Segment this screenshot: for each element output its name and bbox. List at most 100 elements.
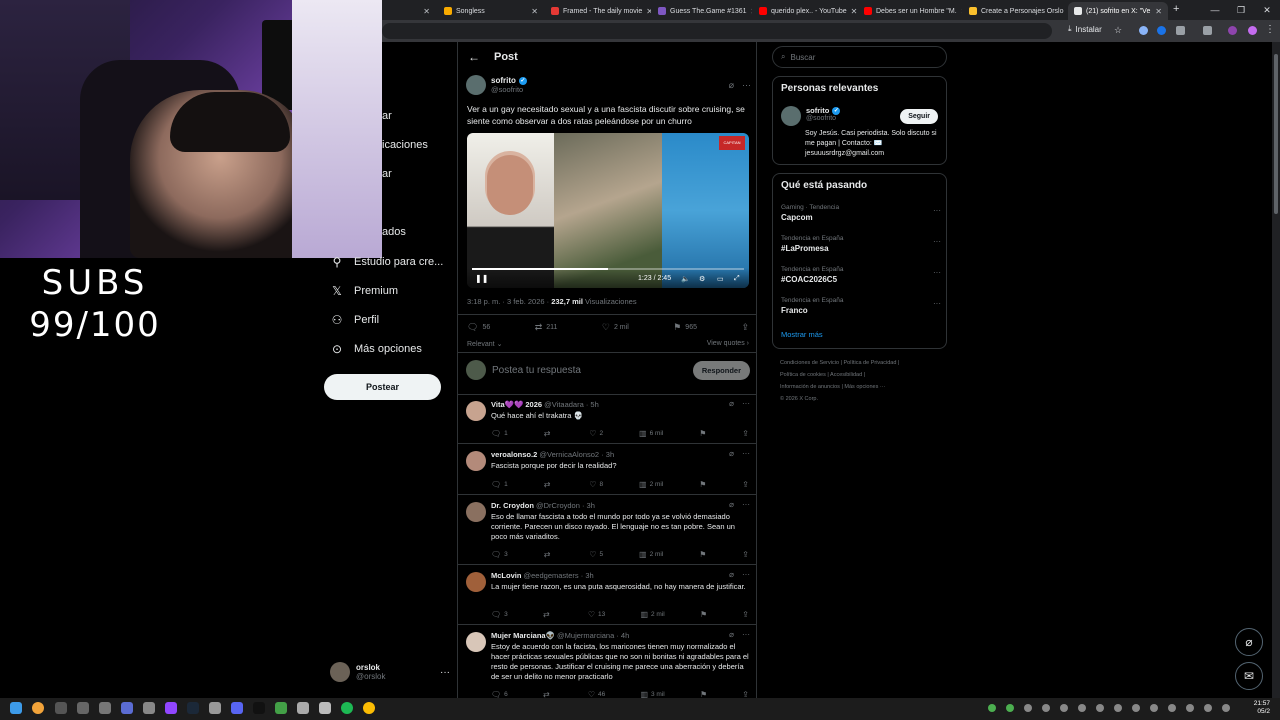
relevant-person[interactable]: sofrito ✓ @soofrito (781, 106, 841, 126)
bookmark-button[interactable]: ⚑ (700, 610, 707, 619)
pip-icon[interactable]: ▭ (717, 275, 724, 283)
browser-tab-active[interactable]: (21) sofrito en X: "Ve ✕ (1068, 2, 1168, 20)
repost-button[interactable]: ⇄ (544, 429, 554, 438)
taskbar-app-icon[interactable] (209, 702, 221, 714)
nav-item-studio[interactable]: ⚲ Estudio para cre... (330, 255, 444, 269)
tray-icon[interactable] (1078, 704, 1086, 712)
reply-button[interactable]: 🗨 1 (491, 429, 508, 438)
grok-floating-button[interactable]: ⌀ (1235, 628, 1263, 656)
footer-line[interactable]: Condiciones de Servicio | Política de Pr… (780, 357, 945, 369)
footer-line[interactable]: Política de cookies | Accesibilidad | (780, 369, 945, 381)
reply-item[interactable]: Mujer Marciana👽 @Mujermarciana · 4h ⌀ ···… (458, 626, 756, 698)
video-progress-bar[interactable] (472, 268, 744, 270)
avatar[interactable] (466, 632, 486, 652)
views-button[interactable]: ▥ 2 mil (640, 610, 664, 619)
like-button[interactable]: ♡ 46 (588, 690, 605, 698)
reply-item[interactable]: veroalonso.2 @VernicaAlonso2 · 3h ⌀ ··· F… (458, 445, 756, 495)
fullscreen-icon[interactable]: ⤢ (734, 275, 740, 283)
reply-handle[interactable]: @VernicaAlonso2 · 3h (539, 450, 614, 459)
tray-icon[interactable] (988, 704, 996, 712)
close-tab-icon[interactable]: ✕ (531, 7, 538, 16)
share-button[interactable]: ⇪ (741, 322, 749, 333)
post-button[interactable]: Postear (324, 374, 441, 400)
reply-author[interactable]: Dr. Croydon (491, 501, 534, 510)
tray-icon[interactable] (1114, 704, 1122, 712)
views-button[interactable]: ▥ 3 mil (640, 690, 664, 698)
close-window-icon[interactable]: ✕ (1254, 0, 1280, 20)
repost-button[interactable]: ⇄ (544, 480, 554, 489)
more-icon[interactable]: ··· (933, 299, 941, 308)
browser-tab[interactable]: Songless ✕ (438, 2, 544, 20)
reply-button[interactable]: 🗨 3 (491, 550, 508, 559)
views-button[interactable]: ▥ 2 mil (639, 550, 663, 559)
avatar[interactable] (466, 451, 486, 471)
relevant-name[interactable]: sofrito (806, 106, 829, 115)
tray-icon[interactable] (1186, 704, 1194, 712)
taskbar-app-icon[interactable] (275, 702, 287, 714)
more-icon[interactable]: ··· (742, 500, 750, 509)
taskbar-app-icon[interactable] (77, 702, 89, 714)
tray-icon[interactable] (1168, 704, 1176, 712)
avatar[interactable] (466, 75, 486, 95)
footer-line[interactable]: Información de anuncios | Más opciones ·… (780, 381, 945, 393)
show-more-link[interactable]: Mostrar más (781, 330, 823, 339)
reply-author[interactable]: Mujer Marciana👽 (491, 631, 555, 640)
profile-avatar-icon[interactable] (1228, 26, 1237, 35)
tiktok-icon[interactable] (253, 702, 265, 714)
reply-button[interactable]: 🗨 6 (491, 690, 508, 698)
bookmark-button[interactable]: ⚑ 965 (673, 322, 697, 333)
share-button[interactable]: ⇪ (742, 610, 749, 619)
tray-icon[interactable] (1006, 704, 1014, 712)
reply-item[interactable]: Dr. Croydon @DrCroydon · 3h ⌀ ··· Eso de … (458, 496, 756, 565)
repost-button[interactable]: ⇄ (543, 610, 553, 619)
reply-handle[interactable]: @eedgemasters · 3h (524, 571, 594, 580)
bookmark-button[interactable]: ⚑ (699, 480, 706, 489)
search-input[interactable]: ⌕ Buscar (772, 46, 947, 68)
maximize-icon[interactable]: ❐ (1228, 0, 1254, 20)
browser-tab[interactable]: Create a Personajes Orslo ✕ (963, 2, 1067, 20)
extension-icon[interactable] (1139, 26, 1148, 35)
like-button[interactable]: ♡ 8 (589, 480, 603, 489)
taskbar-app-icon[interactable] (319, 702, 331, 714)
settings-icon[interactable]: ⚙ (699, 275, 705, 283)
repost-button[interactable]: ⇄ (543, 690, 553, 698)
new-tab-icon[interactable]: + (1173, 3, 1179, 15)
search-icon[interactable] (32, 702, 44, 714)
video-player[interactable]: CAPITAN ❚❚ 1:23 / 2:45 🔈 ⚙ ▭ ⤢ (467, 133, 749, 288)
trend-item[interactable]: Tendencia en España Franco ··· (781, 297, 941, 315)
more-icon[interactable]: ··· (440, 667, 450, 678)
bookmark-button[interactable]: ⚑ (699, 429, 706, 438)
reply-item[interactable]: McLovin @eedgemasters · 3h ⌀ ··· La mujer… (458, 566, 756, 625)
browser-tab[interactable]: Guess The.Game #1361 ✕ (652, 2, 752, 20)
tray-icon[interactable] (1024, 704, 1032, 712)
volume-icon[interactable]: 🔈 (681, 275, 690, 283)
taskbar-app-icon[interactable] (99, 702, 111, 714)
puzzle-icon[interactable] (1176, 26, 1185, 35)
more-icon[interactable]: ··· (933, 206, 941, 215)
minimize-icon[interactable]: — (1202, 0, 1228, 20)
spotify-icon[interactable] (341, 702, 353, 714)
trend-item[interactable]: Tendencia en España #COAC2026C5 ··· (781, 266, 941, 284)
page-scrollbar[interactable] (1272, 42, 1280, 698)
extension-icon[interactable] (1157, 26, 1166, 35)
close-tab-icon[interactable]: ✕ (961, 7, 962, 16)
reply-author[interactable]: Vita💜💜 2026 (491, 400, 542, 409)
discord-icon[interactable] (231, 702, 243, 714)
tray-icon[interactable] (1042, 704, 1050, 712)
tray-icon[interactable] (1060, 704, 1068, 712)
trend-item[interactable]: Tendencia en España #LaPromesa ··· (781, 235, 941, 253)
browser-tab[interactable]: Debes ser un Hombre "M. ✕ (858, 2, 962, 20)
author-handle[interactable]: @soofrito (491, 85, 527, 94)
bookmark-button[interactable]: ⚑ (700, 690, 707, 698)
pin-icon[interactable] (1203, 26, 1212, 35)
like-button[interactable]: ♡ 13 (588, 610, 605, 619)
taskbar-app-icon[interactable] (55, 702, 67, 714)
repost-button[interactable]: ⇄ 211 (535, 322, 558, 333)
close-tab-icon[interactable]: ✕ (1155, 7, 1162, 16)
sort-dropdown[interactable]: Relevant ⌄ (467, 340, 502, 348)
share-button[interactable]: ⇪ (742, 429, 749, 438)
messages-floating-button[interactable]: ✉ (1235, 662, 1263, 690)
grok-icon[interactable]: ⌀ (729, 449, 734, 458)
more-icon[interactable]: ··· (742, 80, 751, 91)
close-tab-icon[interactable]: ✕ (851, 7, 857, 16)
